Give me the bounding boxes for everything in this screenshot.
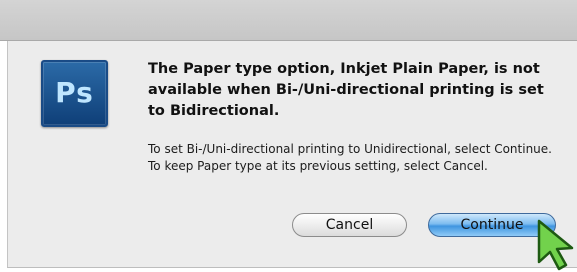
arrow-cursor-icon: [537, 219, 574, 271]
cancel-button[interactable]: Cancel: [292, 213, 407, 237]
photoshop-app-icon: Ps: [41, 60, 108, 127]
window-titlebar: [0, 0, 577, 41]
alert-message-detail: To set Bi-/Uni-directional printing to U…: [148, 142, 552, 173]
screen: Ps The Paper type option, Inkjet Plain P…: [0, 0, 577, 272]
app-icon-label: Ps: [55, 76, 94, 109]
alert-message-title: The Paper type option, Inkjet Plain Pape…: [148, 61, 544, 119]
